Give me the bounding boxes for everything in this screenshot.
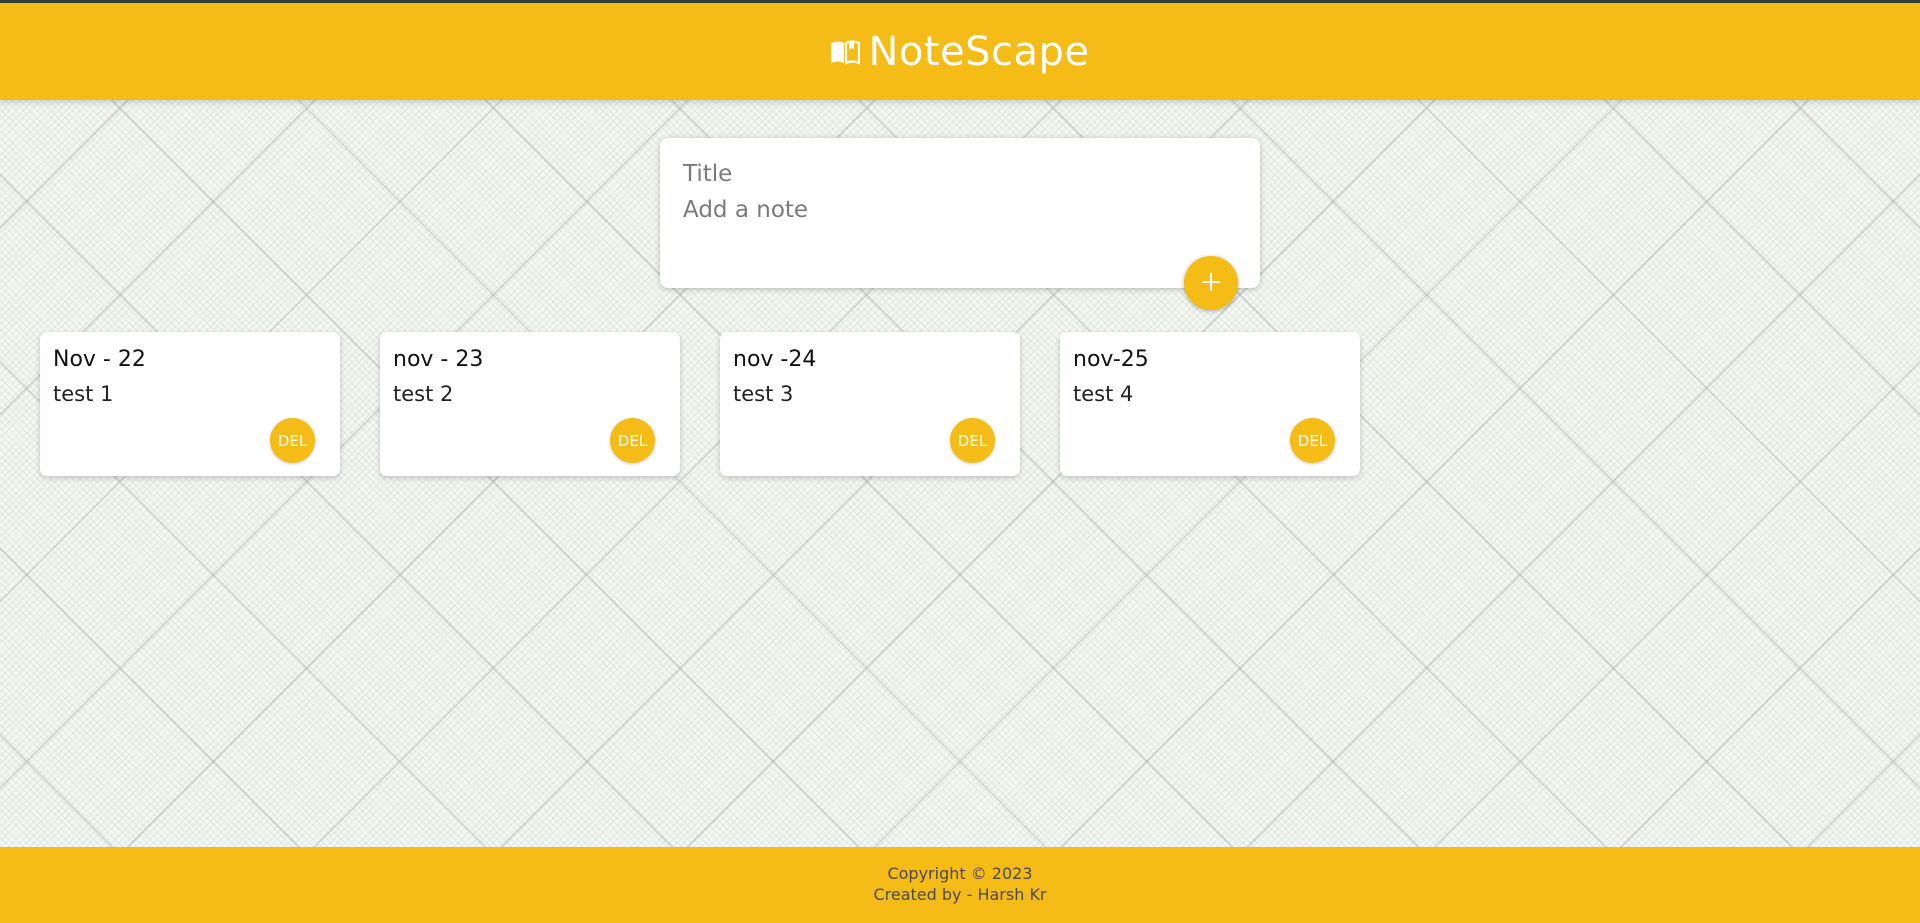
brand: NoteScape [830, 29, 1089, 75]
add-note-button[interactable] [1184, 256, 1238, 310]
credit-text: Created by - Harsh Kr [873, 885, 1047, 904]
title-input[interactable] [683, 158, 1237, 190]
note-card: nov - 23 test 2 DEL [380, 332, 680, 476]
plus-icon [1201, 272, 1221, 295]
note-content: test 1 [53, 381, 114, 406]
note-title: nov - 23 [393, 347, 484, 372]
note-card: nov -24 test 3 DEL [720, 332, 1020, 476]
copyright-text: Copyright © 2023 [887, 864, 1033, 884]
note-title: Nov - 22 [53, 347, 146, 372]
note-title: nov -24 [733, 347, 817, 372]
delete-note-button[interactable]: DEL [950, 418, 995, 463]
delete-note-button[interactable]: DEL [1290, 418, 1335, 463]
note-card: Nov - 22 test 1 DEL [40, 332, 340, 476]
note-card: nov-25 test 4 DEL [1060, 332, 1360, 476]
note-content: test 4 [1073, 381, 1134, 406]
open-book-icon [830, 39, 861, 65]
note-composer [660, 138, 1260, 310]
delete-note-button[interactable]: DEL [270, 418, 315, 463]
note-content-input[interactable] [683, 197, 1237, 241]
note-content: test 2 [393, 381, 454, 406]
app-title: NoteScape [868, 28, 1090, 75]
delete-note-button[interactable]: DEL [610, 418, 655, 463]
app-footer: Copyright © 2023 Created by - Harsh Kr [0, 847, 1920, 923]
note-content: test 3 [733, 381, 794, 406]
note-title: nov-25 [1073, 347, 1149, 372]
app-header: NoteScape [0, 3, 1920, 100]
